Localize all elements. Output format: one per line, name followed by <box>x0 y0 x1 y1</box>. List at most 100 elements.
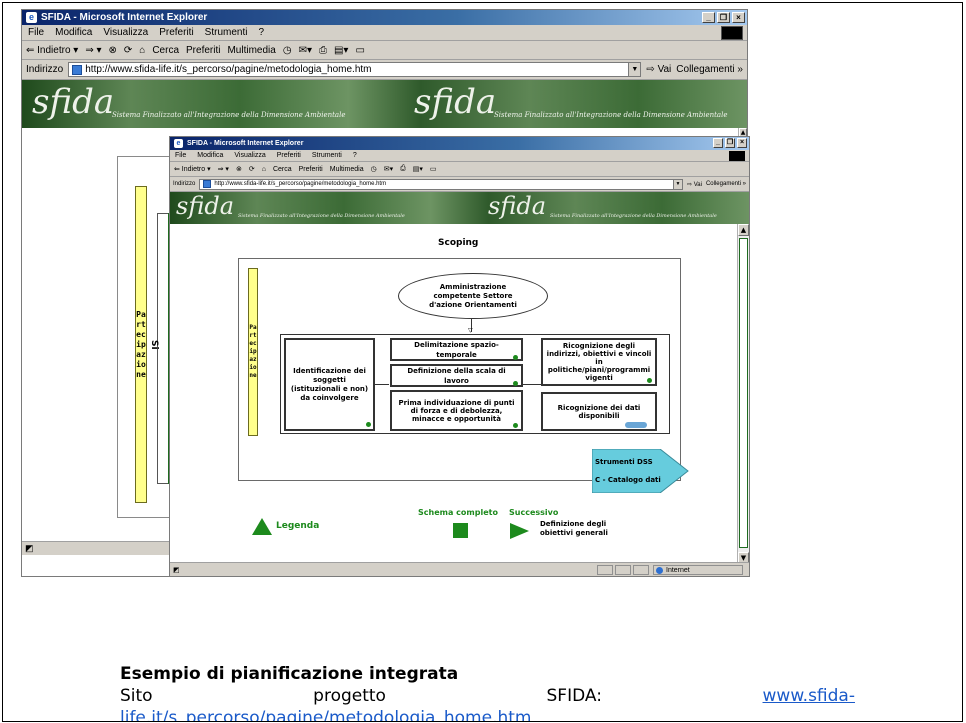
discuss-button[interactable]: ▭ <box>355 45 364 56</box>
back-addressbar: Indirizzo http://www.sfida-life.it/s_per… <box>22 60 747 80</box>
data-link-icon[interactable] <box>625 422 647 428</box>
dss-tools-arrow[interactable]: Strumenti DSS C - Catalogo dati <box>591 448 690 494</box>
address-label: Indirizzo <box>26 64 64 75</box>
front-window-title: SFIDA - Microsoft Internet Explorer <box>187 140 304 147</box>
windows-flag-icon <box>729 151 745 161</box>
menu-preferiti[interactable]: Preferiti <box>277 152 301 159</box>
forward-button[interactable]: ⇒ ▾ <box>218 165 229 173</box>
box1-dot <box>513 355 518 360</box>
menu-preferiti[interactable]: Preferiti <box>159 27 193 38</box>
ie-logo-icon: e <box>26 12 37 23</box>
print-button[interactable]: ⎙ <box>400 165 406 173</box>
forward-button[interactable]: ⇒ ▾ <box>85 45 101 56</box>
restore-button[interactable]: ❐ <box>717 12 730 23</box>
menu-visualizza[interactable]: Visualizza <box>103 27 148 38</box>
left-box-dot <box>366 422 371 427</box>
back-button[interactable]: ⇐ Indietro ▾ <box>174 165 211 173</box>
home-button[interactable]: ⌂ <box>139 45 145 56</box>
close-button[interactable]: × <box>732 12 745 23</box>
scroll-thumb[interactable] <box>739 238 748 548</box>
front-scrollbar[interactable]: ▲ ▼ <box>737 224 749 564</box>
go-button[interactable]: ⇨ Vai <box>646 64 671 75</box>
link-left-middle <box>375 384 389 385</box>
address-input[interactable]: http://www.sfida-life.it/s_percorso/pagi… <box>68 62 642 77</box>
refresh-button[interactable]: ⟳ <box>249 165 255 173</box>
menu-modifica[interactable]: Modifica <box>197 152 223 159</box>
media-button[interactable]: Multimedia <box>227 45 275 56</box>
search-button[interactable]: Cerca <box>273 166 292 173</box>
menu-strumenti[interactable]: Strumenti <box>312 152 342 159</box>
discuss-button[interactable]: ▭ <box>430 165 437 173</box>
print-button[interactable]: ⎙ <box>319 45 327 56</box>
minimize-button[interactable]: _ <box>702 12 715 23</box>
dss-catalog-link[interactable]: C - Catalogo dati <box>595 476 661 484</box>
schema-square-icon[interactable] <box>453 523 468 538</box>
mail-button[interactable]: ✉▾ <box>299 45 312 56</box>
home-button[interactable]: ⌂ <box>262 166 266 173</box>
caption-word-sito: Sito <box>120 686 153 706</box>
back-participation-bar: Partecipazione <box>135 186 147 503</box>
stop-button[interactable]: ⊗ <box>109 45 117 56</box>
restore-button[interactable]: ❐ <box>725 138 735 148</box>
globe-icon <box>656 566 663 574</box>
banner-logo: sfida <box>32 82 115 122</box>
menu-visualizza[interactable]: Visualizza <box>234 152 265 159</box>
next-arrow-icon[interactable] <box>510 523 529 539</box>
menu-file[interactable]: File <box>175 152 186 159</box>
banner-logo-repeat: sfida <box>414 82 497 122</box>
links-button[interactable]: Collegamenti » <box>706 181 746 187</box>
caption-line: Sito progetto SFIDA: www.sfida- <box>120 686 855 706</box>
close-button[interactable]: × <box>737 138 747 148</box>
menu-help[interactable]: ? <box>258 27 264 38</box>
scroll-up-arrow[interactable]: ▲ <box>738 224 749 236</box>
caption-link-part2[interactable]: life.it/s_percorso/pagine/metodologia_ho… <box>120 708 531 721</box>
front-addressbar: Indirizzo http://www.sfida-life.it/s_per… <box>170 177 749 192</box>
front-toolbar: ⇐ Indietro ▾ ⇒ ▾ ⊗ ⟳ ⌂ Cerca Preferiti M… <box>170 162 749 177</box>
mail-button[interactable]: ✉▾ <box>384 165 393 173</box>
participation-bar: Partecipazione <box>248 268 258 436</box>
left-box-stakeholders: Identificazione dei soggetti (istituzion… <box>284 338 375 431</box>
banner-logo-repeat: sfida <box>488 192 546 220</box>
search-button[interactable]: Cerca <box>152 45 179 56</box>
banner-tagline-repeat: Sistema Finalizzato all'Integrazione del… <box>550 213 717 219</box>
favorites-button[interactable]: Preferiti <box>299 166 323 173</box>
back-button[interactable]: ⇐ Indietro ▾ <box>26 45 78 56</box>
front-menubar: File Modifica Visualizza Preferiti Strum… <box>170 150 749 162</box>
caption-title: Esempio di pianificazione integrata <box>120 664 459 684</box>
status-zone-text: Internet <box>666 566 690 574</box>
front-statusbar: ◩ Internet <box>170 562 749 576</box>
links-button[interactable]: Collegamenti » <box>676 64 743 75</box>
front-browser-window: e SFIDA - Microsoft Internet Explorer _ … <box>169 136 750 577</box>
refresh-button[interactable]: ⟳ <box>124 45 132 56</box>
scoping-heading: Scoping <box>438 238 479 248</box>
back-titlebar: e SFIDA - Microsoft Internet Explorer _ … <box>22 10 747 25</box>
next-step-text[interactable]: Definizione degli obiettivi generali <box>540 520 630 538</box>
edit-button[interactable]: ▤▾ <box>334 45 348 56</box>
menu-file[interactable]: File <box>28 27 44 38</box>
box-policy-review: Ricognizione degli indirizzi, obiettivi … <box>541 338 657 386</box>
dropdown-icon[interactable]: ▼ <box>628 63 641 76</box>
history-button[interactable]: ◷ <box>371 165 377 173</box>
menu-strumenti[interactable]: Strumenti <box>205 27 248 38</box>
minimize-button[interactable]: _ <box>713 138 723 148</box>
favorites-button[interactable]: Preferiti <box>186 45 220 56</box>
stop-button[interactable]: ⊗ <box>236 165 242 173</box>
go-button[interactable]: ⇨ Vai <box>687 181 702 188</box>
menu-help[interactable]: ? <box>353 152 357 159</box>
address-input[interactable]: http://www.sfida-life.it/s_percorso/pagi… <box>199 178 684 190</box>
legend-triangle-icon[interactable] <box>252 518 272 535</box>
dropdown-icon[interactable]: ▼ <box>673 179 683 189</box>
caption-word-sfida: SFIDA: <box>546 686 602 706</box>
slide-frame: e SFIDA - Microsoft Internet Explorer _ … <box>2 2 963 722</box>
banner-tagline: Sistema Finalizzato all'Integrazione del… <box>112 111 346 119</box>
dss-arrow-shape <box>591 448 689 494</box>
agency-ellipse: Amministrazione competente Settore d'azi… <box>398 273 548 319</box>
history-button[interactable]: ◷ <box>283 45 292 56</box>
back-toolbar: ⇐ Indietro ▾ ⇒ ▾ ⊗ ⟳ ⌂ Cerca Preferiti M… <box>22 41 747 60</box>
menu-modifica[interactable]: Modifica <box>55 27 92 38</box>
box-work-scale: Definizione della scala di lavoro <box>390 364 523 387</box>
caption-link-part1[interactable]: www.sfida- <box>763 686 855 706</box>
legend-label[interactable]: Legenda <box>276 521 319 531</box>
edit-button[interactable]: ▤▾ <box>413 165 423 173</box>
media-button[interactable]: Multimedia <box>330 166 364 173</box>
